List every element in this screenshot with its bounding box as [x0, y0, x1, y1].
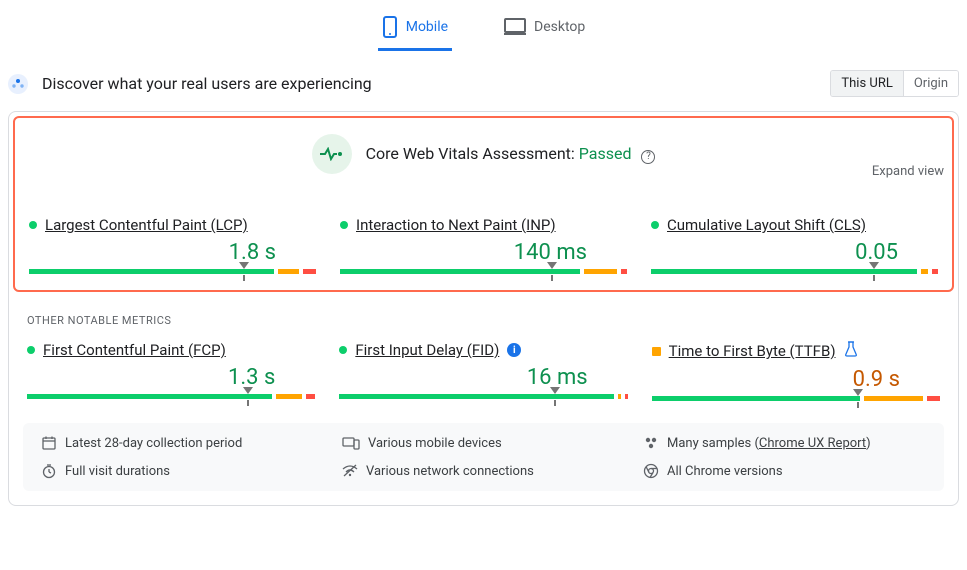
metric-name-link[interactable]: First Input Delay (FID)	[355, 341, 499, 359]
devices-icon	[342, 436, 360, 450]
distribution-bar	[27, 394, 315, 399]
wifi-icon	[342, 464, 358, 478]
other-metrics-row: First Contentful Paint (FCP) 1.3 s First I…	[9, 333, 958, 419]
distribution-bar	[29, 269, 316, 274]
percentile-marker	[243, 387, 253, 394]
page-title: Discover what your real users are experi…	[42, 74, 372, 93]
metric-card: First Contentful Paint (FCP) 1.3 s	[27, 341, 315, 401]
scope-toggle: This URL Origin	[830, 70, 959, 97]
mobile-icon	[382, 16, 398, 38]
percentile-marker	[869, 262, 879, 269]
metric-name-link[interactable]: Interaction to Next Paint (INP)	[356, 216, 556, 234]
metric-value: 0.9 s	[652, 367, 940, 392]
percentile-marker	[853, 389, 863, 396]
field-data-panel: Core Web Vitals Assessment: Passed ? Exp…	[8, 111, 959, 506]
core-web-vitals-block: Core Web Vitals Assessment: Passed ? Exp…	[13, 116, 954, 292]
users-icon	[8, 74, 28, 94]
metric-value: 1.8 s	[29, 240, 316, 265]
foot-period: Latest 28-day collection period	[41, 435, 324, 451]
foot-devices: Various mobile devices	[342, 435, 625, 451]
foot-network: Various network connections	[342, 463, 625, 479]
foot-versions: All Chrome versions	[643, 463, 926, 479]
core-metrics-row: Largest Contentful Paint (LCP) 1.8 s Inter…	[29, 216, 938, 274]
tab-label: Desktop	[534, 19, 585, 35]
metric-card: Time to First Byte (TTFB) 0.9 s	[652, 341, 940, 401]
tab-mobile[interactable]: Mobile	[378, 8, 452, 51]
status-dot	[340, 221, 348, 229]
desktop-icon	[504, 18, 526, 36]
scope-this-url[interactable]: This URL	[831, 71, 902, 96]
metric-card: First Input Delay (FID) i 16 ms	[339, 341, 627, 401]
header-row: Discover what your real users are experi…	[0, 52, 967, 107]
metric-name-link[interactable]: Cumulative Layout Shift (CLS)	[667, 216, 866, 234]
tab-label: Mobile	[406, 19, 448, 35]
metric-name-link[interactable]: First Contentful Paint (FCP)	[43, 341, 226, 359]
metric-value: 140 ms	[340, 240, 627, 265]
flask-icon[interactable]	[844, 341, 858, 361]
clock-icon	[41, 463, 57, 479]
data-context-footer: Latest 28-day collection period Various …	[23, 423, 944, 491]
assessment-row: Core Web Vitals Assessment: Passed ?	[29, 134, 938, 174]
scope-origin[interactable]: Origin	[903, 71, 958, 96]
metric-value: 0.05	[651, 240, 938, 265]
metric-name-link[interactable]: Time to First Byte (TTFB)	[669, 342, 836, 360]
chrome-icon	[643, 463, 659, 479]
calendar-icon	[41, 435, 57, 451]
percentile-marker	[547, 262, 557, 269]
samples-icon	[643, 435, 659, 451]
status-dot	[339, 346, 347, 354]
metric-card: Cumulative Layout Shift (CLS) 0.05	[651, 216, 938, 274]
assessment-text: Core Web Vitals Assessment: Passed ?	[366, 144, 656, 164]
pulse-icon	[312, 134, 352, 174]
status-dot	[652, 347, 661, 356]
expand-view-link[interactable]: Expand view	[872, 164, 944, 179]
foot-durations: Full visit durations	[41, 463, 324, 479]
status-dot	[29, 221, 37, 229]
percentile-marker	[239, 262, 249, 269]
other-metrics-label: OTHER NOTABLE METRICS	[9, 296, 958, 333]
assessment-status: Passed	[579, 144, 632, 163]
foot-samples: Many samples (Chrome UX Report)	[643, 435, 926, 451]
status-dot	[651, 221, 659, 229]
distribution-bar	[652, 396, 940, 401]
metric-value: 1.3 s	[27, 365, 315, 390]
metric-value: 16 ms	[339, 365, 627, 390]
help-icon[interactable]: ?	[641, 150, 655, 164]
tab-desktop[interactable]: Desktop	[500, 10, 589, 49]
percentile-marker	[550, 387, 560, 394]
metric-name-link[interactable]: Largest Contentful Paint (LCP)	[45, 216, 248, 234]
metric-card: Largest Contentful Paint (LCP) 1.8 s	[29, 216, 316, 274]
crux-link[interactable]: Chrome UX Report	[759, 436, 866, 451]
distribution-bar	[339, 394, 627, 399]
distribution-bar	[651, 269, 938, 274]
device-tabs: Mobile Desktop	[0, 0, 967, 52]
info-icon[interactable]: i	[507, 343, 521, 357]
distribution-bar	[340, 269, 627, 274]
status-dot	[27, 346, 35, 354]
metric-card: Interaction to Next Paint (INP) 140 ms	[340, 216, 627, 274]
